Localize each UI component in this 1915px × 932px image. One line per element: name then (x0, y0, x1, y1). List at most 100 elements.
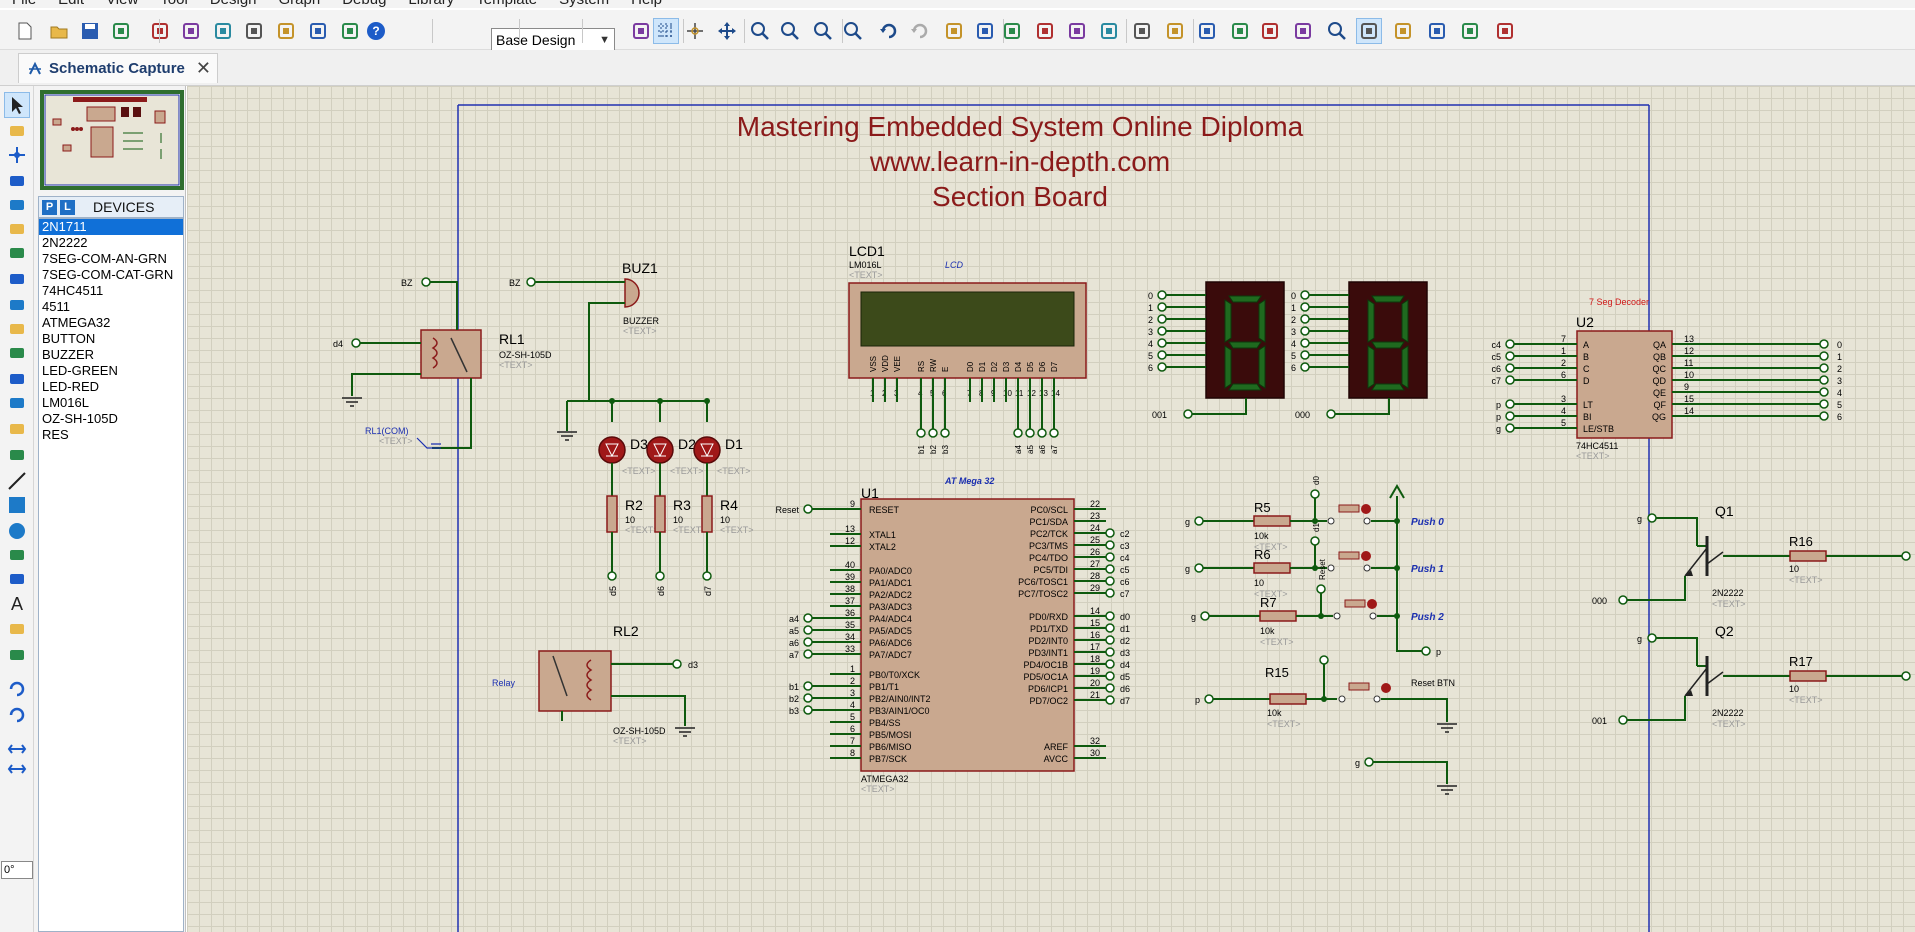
net-terminal[interactable] (1300, 290, 1310, 300)
device-item[interactable]: BUZZER (39, 347, 183, 363)
resistor-body[interactable] (1253, 562, 1291, 574)
net-terminal[interactable] (1105, 683, 1115, 693)
net-terminal[interactable] (1157, 326, 1167, 336)
net-terminal[interactable] (1105, 635, 1115, 645)
relay-rl1[interactable]: RL1OZ-SH-105D<TEXT>d4BZRL1(COM)<TEXT> (333, 277, 552, 449)
design-select[interactable]: Base Design ▼ (491, 28, 615, 52)
net-terminal[interactable] (1819, 387, 1829, 397)
net-terminal[interactable] (1505, 339, 1515, 349)
net-terminal[interactable] (1105, 576, 1115, 586)
pan-icon[interactable] (714, 18, 740, 44)
audio-icon[interactable] (210, 18, 236, 44)
net-terminal[interactable] (702, 571, 712, 581)
board-icon[interactable] (305, 18, 331, 44)
net-terminal[interactable] (1819, 411, 1829, 421)
new-file-icon[interactable] (12, 18, 38, 44)
net-terminal[interactable] (1300, 314, 1310, 324)
net-terminal[interactable] (1505, 375, 1515, 385)
net-terminal[interactable] (1505, 363, 1515, 373)
chevron-down-icon[interactable]: ▼ (599, 29, 610, 51)
net-terminal[interactable] (1300, 302, 1310, 312)
net-terminal[interactable] (421, 277, 431, 287)
net-terminal[interactable] (526, 277, 536, 287)
net-terminal[interactable] (1319, 655, 1329, 665)
net-terminal[interactable] (1901, 551, 1911, 561)
net-terminal[interactable] (1013, 428, 1023, 438)
price-icon[interactable] (273, 18, 299, 44)
net-terminal[interactable] (1300, 326, 1310, 336)
buzzer-buz1[interactable]: BUZ1 BZ BUZZER<TEXT> (509, 260, 660, 401)
component-mode-icon[interactable] (4, 118, 30, 144)
net-terminal[interactable] (1819, 363, 1829, 373)
lcd-lcd1[interactable]: LCD1LM016L<TEXT>LCDVSS1VDD2VEE3RS4RW5E6D… (848, 243, 1087, 454)
box-icon[interactable] (4, 492, 30, 518)
bus-icon[interactable] (4, 216, 30, 242)
block-copy-icon[interactable] (1032, 18, 1058, 44)
led-body[interactable] (646, 436, 674, 464)
net-terminal[interactable] (1105, 588, 1115, 598)
resistor-body[interactable] (1253, 515, 1291, 527)
net-terminal[interactable] (1200, 611, 1210, 621)
mirror-y-icon[interactable] (4, 756, 30, 782)
net-terminal[interactable] (1194, 516, 1204, 526)
device-item[interactable]: RES (39, 427, 183, 443)
net-terminal[interactable] (1025, 428, 1035, 438)
net-terminal[interactable] (607, 571, 617, 581)
net-terminal[interactable] (1310, 536, 1320, 546)
device-item[interactable]: LM016L (39, 395, 183, 411)
netlist-icon[interactable] (337, 18, 363, 44)
rotate-ccw-icon[interactable] (4, 702, 30, 728)
property-tool-icon[interactable] (1356, 18, 1382, 44)
net-terminal[interactable] (1204, 694, 1214, 704)
net-terminal[interactable] (1157, 350, 1167, 360)
text-icon[interactable]: A (4, 590, 30, 616)
net-terminal[interactable] (1157, 338, 1167, 348)
net-terminal[interactable] (1505, 411, 1515, 421)
origin-icon[interactable] (682, 18, 708, 44)
net-terminal[interactable] (1105, 659, 1115, 669)
led-body[interactable] (693, 436, 721, 464)
menu-item-tool[interactable]: Tool (150, 0, 198, 8)
net-terminal[interactable] (1819, 351, 1829, 361)
decoder-u2[interactable]: 7 Seg Decoder U2 74HC4511<TEXT> A 7 c4 B 1 c5 C 2 c… (1491, 297, 1842, 461)
net-terminal[interactable] (1157, 314, 1167, 324)
reset-button[interactable]: p R15 10k<TEXT> Reset BTN g (1195, 655, 1457, 795)
net-terminal[interactable] (1105, 695, 1115, 705)
zoom-area-icon[interactable] (840, 18, 866, 44)
net-terminal[interactable] (1105, 528, 1115, 538)
save-icon[interactable] (77, 18, 103, 44)
push-button[interactable]: gR610<TEXT>d1Push 1 (1185, 523, 1444, 599)
search-icon[interactable] (1324, 18, 1350, 44)
net-terminal[interactable] (803, 504, 813, 514)
net-terminal[interactable] (1364, 757, 1374, 767)
bom-icon[interactable] (241, 18, 267, 44)
rotation-angle-field[interactable]: 0° (1, 861, 33, 879)
device-item[interactable]: 7SEG-COM-AN-GRN (39, 251, 183, 267)
net-terminal[interactable] (1300, 362, 1310, 372)
net-terminal[interactable] (1310, 489, 1320, 499)
device-item[interactable]: LED-GREEN (39, 363, 183, 379)
block-delete-icon[interactable] (1129, 18, 1155, 44)
menu-item-edit[interactable]: Edit (48, 0, 94, 8)
net-terminal[interactable] (803, 693, 813, 703)
subcircuit-icon[interactable] (4, 240, 30, 266)
terminal-icon[interactable] (4, 266, 30, 292)
exit-parent-icon[interactable] (1457, 18, 1483, 44)
pick-device-icon[interactable] (1162, 18, 1188, 44)
netlist-to-ares-icon[interactable] (1492, 18, 1518, 44)
close-icon[interactable]: ✕ (196, 58, 211, 79)
net-terminal[interactable] (1300, 338, 1310, 348)
device-item[interactable]: 4511 (39, 299, 183, 315)
net-terminal[interactable] (1505, 351, 1515, 361)
net-terminal[interactable] (1505, 423, 1515, 433)
net-terminal[interactable] (803, 613, 813, 623)
net-terminal[interactable] (1105, 647, 1115, 657)
seven-seg-display[interactable]: 0 1 2 3 4 5 6 001 (1148, 281, 1285, 420)
copy-icon[interactable] (972, 18, 998, 44)
refresh-icon[interactable] (628, 18, 654, 44)
rotate-cw-icon[interactable] (4, 676, 30, 702)
net-terminal[interactable] (803, 681, 813, 691)
net-terminal[interactable] (803, 637, 813, 647)
menu-item-help[interactable]: Help (621, 0, 672, 8)
net-terminal[interactable] (1316, 584, 1326, 594)
